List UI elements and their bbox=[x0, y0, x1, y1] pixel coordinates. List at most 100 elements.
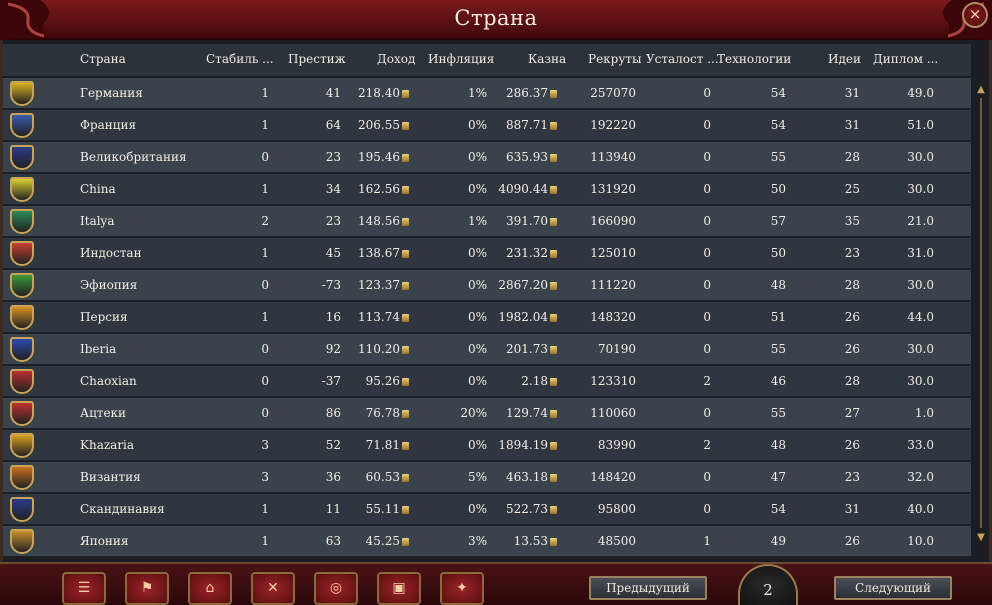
table-row[interactable]: Iberia 0 92 110.20 0% 201.73 70190 0 55 26 30.0 bbox=[3, 334, 971, 365]
table-row[interactable]: Германия 1 41 218.40 1% 286.37 257070 0 54 31 49.0 bbox=[3, 78, 971, 109]
col-war-exhaustion[interactable]: Усталост ... bbox=[646, 52, 719, 66]
country-shield-icon[interactable] bbox=[10, 81, 34, 106]
country-shield-icon[interactable] bbox=[10, 369, 34, 394]
stability-value-text: 0 bbox=[261, 278, 269, 292]
table-row[interactable]: Скандинавия 1 11 55.11 0% 522.73 95800 0 54 31 40.… bbox=[3, 494, 971, 525]
table-row[interactable]: China 1 34 162.56 0% 4090.44 131920 0 50 25 30.0 bbox=[3, 174, 971, 205]
table-row[interactable]: Chaoxian 0 -37 95.26 0% 2.18 123310 2 46 28 30.0 bbox=[3, 366, 971, 397]
col-income[interactable]: Доход bbox=[377, 52, 415, 66]
table-row[interactable]: Япония 1 63 45.25 3% 13.53 48500 1 49 26 10.0 bbox=[3, 526, 971, 557]
country-name[interactable]: Германия bbox=[80, 86, 143, 100]
col-country[interactable]: Страна bbox=[80, 52, 126, 66]
country-name-text: Iberia bbox=[80, 342, 117, 356]
country-shield-icon[interactable] bbox=[10, 497, 34, 522]
table-row[interactable]: Индостан 1 45 138.67 0% 231.32 125010 0 50 23 31.0 bbox=[3, 238, 971, 269]
country-name-text: Великобритания bbox=[80, 150, 187, 164]
country-name[interactable]: Chaoxian bbox=[80, 374, 137, 388]
country-name[interactable]: Персия bbox=[80, 310, 128, 324]
diplomacy-value: 44.0 bbox=[907, 310, 934, 324]
country-shield-icon[interactable] bbox=[10, 401, 34, 426]
flag-button[interactable]: ⚑ bbox=[125, 572, 169, 605]
scroll-down-icon[interactable]: ▼ bbox=[975, 532, 987, 544]
country-shield-icon[interactable] bbox=[10, 465, 34, 490]
country-name[interactable]: China bbox=[80, 182, 116, 196]
country-shield-icon[interactable] bbox=[10, 529, 34, 554]
recruits-value-text: 148320 bbox=[590, 310, 636, 324]
table-row[interactable]: Italya 2 23 148.56 1% 391.70 166090 0 57 35 21.0 bbox=[3, 206, 971, 237]
country-shield-icon[interactable] bbox=[10, 113, 34, 138]
buildings-button[interactable]: ⌂ bbox=[188, 572, 232, 605]
table-row[interactable]: Франция 1 64 206.55 0% 887.71 192220 0 54 31 51.0 bbox=[3, 110, 971, 141]
country-name[interactable]: Khazaria bbox=[80, 438, 134, 452]
table-row[interactable]: Ацтеки 0 86 76.78 20% 129.74 110060 0 55 27 1.0 bbox=[3, 398, 971, 429]
scrollbar[interactable]: ▲ ▼ bbox=[974, 84, 988, 544]
recruits-value-text: 111220 bbox=[590, 278, 636, 292]
recruits-value-text: 70190 bbox=[597, 342, 636, 356]
ideas-value-text: 28 bbox=[844, 150, 860, 164]
country-name[interactable]: Франция bbox=[80, 118, 136, 132]
prev-page-button[interactable]: Предыдущий bbox=[589, 576, 707, 600]
inflation-value-text: 0% bbox=[467, 118, 487, 132]
table-row[interactable]: Эфиопия 0 -73 123.37 0% 2867.20 111220 0 48 28 30.… bbox=[3, 270, 971, 301]
coins-button[interactable]: ◎ bbox=[314, 572, 358, 605]
income-value: 123.37 bbox=[358, 278, 409, 292]
recruits-value: 110060 bbox=[590, 406, 636, 420]
country-shield-icon[interactable] bbox=[10, 145, 34, 170]
country-name-text: Скандинавия bbox=[80, 502, 165, 516]
country-name[interactable]: Скандинавия bbox=[80, 502, 165, 516]
country-name[interactable]: Индостан bbox=[80, 246, 142, 260]
country-name[interactable]: Iberia bbox=[80, 342, 116, 356]
country-name[interactable]: Эфиопия bbox=[80, 278, 137, 292]
country-shield-icon[interactable] bbox=[10, 209, 34, 234]
table-row[interactable]: Khazaria 3 52 71.81 0% 1894.19 83990 2 48 26 33.0 bbox=[3, 430, 971, 461]
scroll-track[interactable] bbox=[980, 98, 982, 528]
gold-icon bbox=[402, 378, 409, 386]
income-value-text: 138.67 bbox=[358, 246, 400, 260]
country-shield-icon[interactable] bbox=[10, 241, 34, 266]
treasury-value-text: 129.74 bbox=[506, 406, 548, 420]
country-shield-icon[interactable] bbox=[10, 305, 34, 330]
col-prestige[interactable]: Престиж bbox=[288, 52, 346, 66]
crate-button[interactable]: ▣ bbox=[377, 572, 421, 605]
country-name-text: Chaoxian bbox=[80, 374, 137, 388]
treasury-value-text: 2867.20 bbox=[498, 278, 548, 292]
gold-icon bbox=[550, 474, 557, 482]
inflation-value: 0% bbox=[468, 374, 487, 388]
technology-value: 51 bbox=[771, 310, 786, 324]
scroll-up-icon[interactable]: ▲ bbox=[975, 84, 987, 96]
next-page-button[interactable]: Следующий bbox=[834, 576, 952, 600]
stability-value: 0 bbox=[261, 342, 269, 356]
country-name[interactable]: Italya bbox=[80, 214, 115, 228]
close-button[interactable]: × bbox=[962, 2, 988, 28]
col-diplomacy[interactable]: Диплом ... bbox=[873, 52, 938, 66]
gold-icon bbox=[402, 282, 409, 290]
country-name[interactable]: Япония bbox=[80, 534, 128, 548]
stability-value: 1 bbox=[261, 118, 269, 132]
technology-value: 50 bbox=[771, 246, 786, 260]
table-row[interactable]: Византия 3 36 60.53 5% 463.18 148420 0 47 23 32.0 bbox=[3, 462, 971, 493]
col-stability[interactable]: Стабиль ... bbox=[206, 52, 274, 66]
scroll-button[interactable]: ☰ bbox=[62, 572, 106, 605]
table-row[interactable]: Персия 1 16 113.74 0% 1982.04 148320 0 51 26 44.0 bbox=[3, 302, 971, 333]
country-shield-icon[interactable] bbox=[10, 337, 34, 362]
col-technology[interactable]: Технологии bbox=[717, 52, 791, 66]
country-name[interactable]: Ацтеки bbox=[80, 406, 126, 420]
income-value-text: 55.11 bbox=[365, 502, 400, 516]
war-exhaustion-value-text: 0 bbox=[703, 278, 711, 292]
col-treasury[interactable]: Казна bbox=[528, 52, 566, 66]
country-shield-icon[interactable] bbox=[10, 433, 34, 458]
prestige-value-text: 36 bbox=[325, 470, 341, 484]
crossed-swords-button[interactable]: ✕ bbox=[251, 572, 295, 605]
recruits-value: 257070 bbox=[590, 86, 636, 100]
table-row[interactable]: Великобритания 0 23 195.46 0% 635.93 113940 0 55… bbox=[3, 142, 971, 173]
country-name[interactable]: Византия bbox=[80, 470, 141, 484]
prestige-value: 86 bbox=[326, 406, 341, 420]
country-name[interactable]: Великобритания bbox=[80, 150, 187, 164]
country-shield-icon[interactable] bbox=[10, 177, 34, 202]
col-inflation[interactable]: Инфляция bbox=[428, 52, 494, 66]
col-recruits[interactable]: Рекруты bbox=[588, 52, 642, 66]
handshake-button[interactable]: ✦ bbox=[440, 572, 484, 605]
country-shield-icon[interactable] bbox=[10, 273, 34, 298]
col-ideas[interactable]: Идеи bbox=[828, 52, 861, 66]
inflation-value: 0% bbox=[468, 342, 487, 356]
